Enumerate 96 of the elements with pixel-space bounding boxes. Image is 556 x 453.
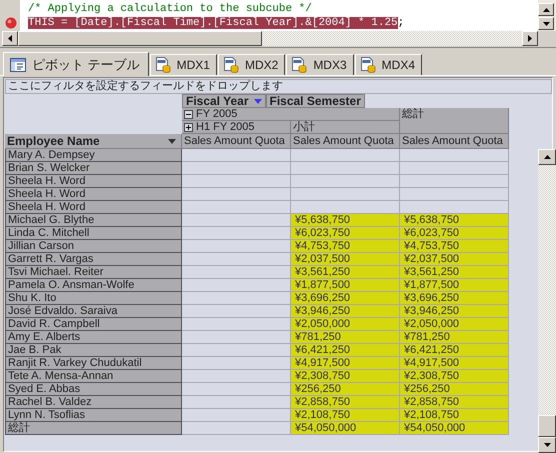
table-cell: ¥5,638,750 [400,214,509,227]
table-cell: ¥1,877,500 [291,279,400,292]
table-cell: ¥2,858,750 [291,396,400,409]
filter-drop-area[interactable]: ここにフィルタを設定するフィールドをドロップします [5,79,552,94]
row-header: Sheela H. Word [5,201,182,214]
table-cell: ¥781,250 [400,331,509,344]
field-button[interactable]: Fiscal Semester [266,94,365,108]
document-database-icon [360,57,376,73]
pivot-table-icon [10,58,26,72]
row-header: Sheela H. Word [5,175,182,188]
table-cell: ¥4,917,500 [291,357,400,370]
table-cell: ¥2,308,750 [400,370,509,383]
row-header: Michael G. Blythe [5,214,182,227]
row-header: Jillian Carson [5,240,182,253]
column-header[interactable]: FY 2005 [182,108,400,121]
left-arrow-icon [8,35,12,42]
table-cell: ¥3,696,250 [291,292,400,305]
table-cell: ¥6,023,750 [291,227,400,240]
table-cell: ¥3,696,250 [400,292,509,305]
table-cell: ¥3,946,250 [400,305,509,318]
table-cell: ¥3,561,250 [400,266,509,279]
code-line: /* Applying a calculation to the subcube */ [28,2,312,16]
row-header: Brian S. Welcker [5,162,182,175]
table-cell: ¥3,946,250 [291,305,400,318]
row-header: Lynn N. Tsoflias [5,409,182,422]
scroll-down-button[interactable] [538,17,554,30]
expander-icon[interactable] [184,122,193,132]
table-cell: ¥2,050,000 [291,318,400,331]
column-header[interactable]: H1 FY 2005 [182,121,291,134]
tab[interactable]: MDX3 [286,54,354,75]
measure-header: Sales Amount Quota [291,134,400,149]
table-cell: ¥2,108,750 [291,409,400,422]
measure-header: Sales Amount Quota [400,134,509,149]
tab[interactable]: MDX2 [218,54,286,75]
document-database-icon [222,57,239,73]
tab[interactable]: MDX4 [354,54,422,75]
tab[interactable]: ピボット テーブル [3,52,149,76]
down-arrow-icon [542,22,550,26]
table-cell: ¥54,050,000 [400,422,509,435]
document-database-icon [291,57,308,73]
up-arrow-icon [542,8,550,12]
row-header: Jae B. Pak [5,344,182,357]
scroll-thumb[interactable] [18,31,262,46]
table-cell: ¥6,023,750 [400,227,509,240]
field-button[interactable]: Fiscal Year [182,94,266,108]
table-cell: ¥4,917,500 [400,357,509,370]
table-cell: ¥2,308,750 [291,370,400,383]
table-cell: ¥6,421,250 [400,344,509,357]
row-header: Pamela O. Ansman-Wolfe [5,279,182,292]
row-header: Ranjit R. Varkey Chudukatil [5,357,182,370]
row-field-header[interactable]: Employee Name [5,134,182,149]
table-cell: ¥2,037,500 [400,253,509,266]
tab[interactable]: MDX1 [150,54,217,75]
dropdown-icon [168,138,176,144]
table-cell: ¥781,250 [291,331,400,344]
row-header: Garrett R. Vargas [5,253,182,266]
table-cell: ¥256,250 [400,383,509,396]
row-header: Tsvi Michael. Reiter [5,266,182,279]
table-cell: ¥2,037,500 [291,253,400,266]
measure-header: Sales Amount Quota [182,134,291,149]
table-cell: ¥2,108,750 [400,409,509,422]
column-header: 総計 [400,108,509,134]
scroll-up-button[interactable] [538,149,556,165]
expander-icon[interactable] [184,110,193,118]
row-header: José Edvaldo. Saraiva [5,305,182,318]
scroll-down-button[interactable] [538,437,556,453]
table-cell: ¥2,050,000 [400,318,509,331]
table-cell: ¥5,638,750 [291,214,400,227]
scroll-up-button[interactable] [538,3,554,16]
right-arrow-icon [528,35,532,42]
down-arrow-icon [544,443,550,447]
table-cell: ¥1,877,500 [400,279,509,292]
up-arrow-icon [544,155,550,159]
scroll-thumb[interactable] [538,415,556,437]
column-header: 小計 [291,121,400,134]
row-header: Rachel B. Valdez [5,396,182,409]
row-header: David R. Campbell [5,318,182,331]
table-cell: ¥4,753,750 [291,240,400,253]
row-header: Amy E. Alberts [5,331,182,344]
row-header: Tete A. Mensa-Annan [5,370,182,383]
row-header: Shu K. Ito [5,292,182,305]
code-line: THIS = [Date].[Fiscal Time].[Fiscal Year].&[2004] * 1.25; [28,16,404,30]
row-header: 総計 [5,422,182,435]
table-cell: ¥256,250 [291,383,400,396]
scroll-right-button[interactable] [522,31,538,46]
row-header: Syed E. Abbas [5,383,182,396]
table-cell: ¥3,561,250 [291,266,400,279]
document-database-icon [154,57,171,73]
row-header: Sheela H. Word [5,188,182,201]
scroll-left-button[interactable] [2,31,18,46]
row-header: Linda C. Mitchell [5,227,182,240]
table-cell: ¥2,858,750 [400,396,509,409]
table-cell: ¥6,421,250 [291,344,400,357]
table-cell: ¥54,050,000 [291,422,400,435]
row-header: Mary A. Dempsey [5,149,182,162]
table-cell: ¥4,753,750 [400,240,509,253]
